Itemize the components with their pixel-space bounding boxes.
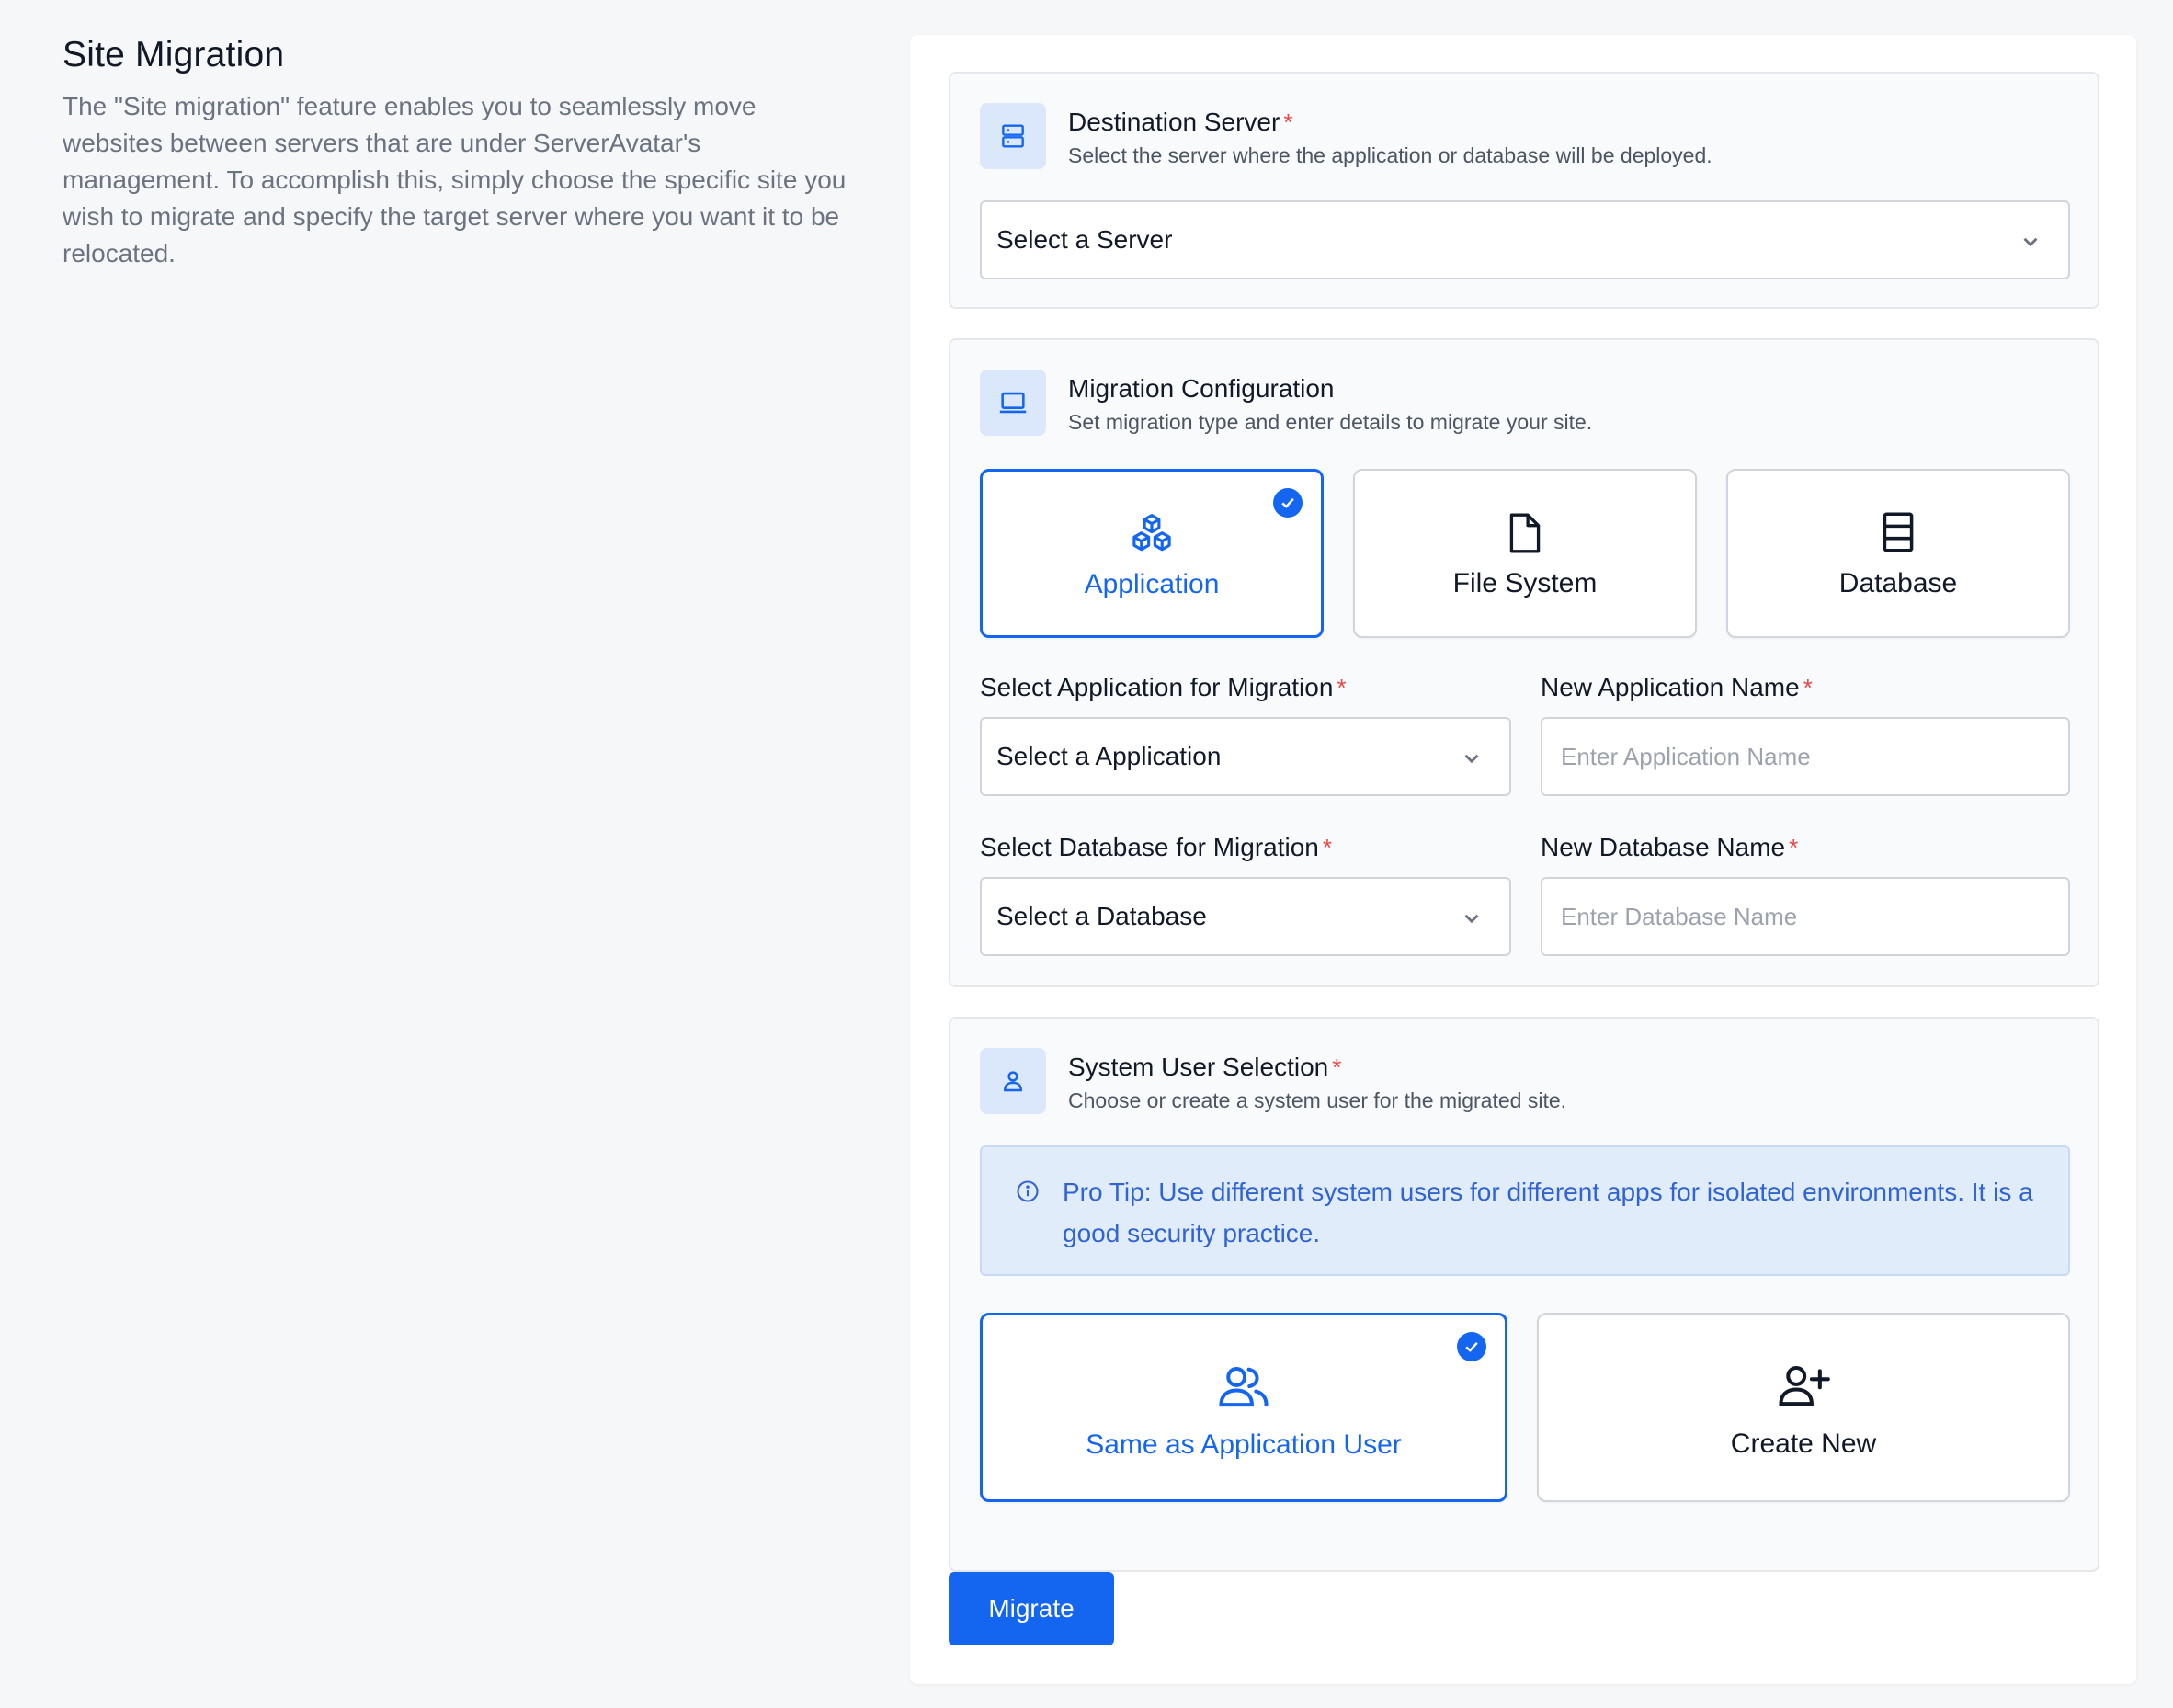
migrate-button[interactable]: Migrate (949, 1572, 1114, 1645)
user-option-create-new[interactable]: Create New (1537, 1313, 2070, 1502)
laptop-icon (980, 370, 1046, 436)
destination-server-description: Select the server where the application … (1068, 143, 1712, 167)
migration-form: Destination Server * Select the server wh… (910, 35, 2136, 1684)
database-select-value: Select a Database (996, 902, 1207, 930)
system-user-title: System User Selection * (1068, 1053, 1342, 1081)
migration-config-title: Migration Configuration (1068, 374, 1335, 403)
database-select[interactable]: Select a Database (980, 877, 1511, 956)
server-select-value: Select a Server (996, 225, 1173, 254)
application-select[interactable]: Select a Application (980, 717, 1511, 796)
app-name-input[interactable] (1541, 717, 2070, 796)
file-icon (1509, 513, 1541, 553)
type-card-label: Database (1838, 568, 1958, 598)
system-user-description: Choose or create a system user for the m… (1068, 1088, 1567, 1112)
migration-config-section: Migration Configuration Set migration ty… (949, 338, 2099, 987)
page-description: The "Site migration" feature enables you… (63, 92, 847, 268)
user-plus-icon (1779, 1366, 1830, 1406)
intro: Site Migration The "Site migration" feat… (63, 35, 862, 272)
db-name-input[interactable] (1541, 877, 2070, 956)
pro-tip-banner: Pro Tip: Use different system users for … (980, 1145, 2070, 1276)
user-option-label: Create New (1730, 1429, 1877, 1459)
type-card-label: File System (1452, 568, 1598, 598)
app-select-label: Select Application for Migration * (980, 673, 1347, 701)
app-name-label: New Application Name * (1541, 673, 1813, 701)
user-icon (980, 1048, 1046, 1114)
chevron-down-icon (1464, 754, 1479, 764)
user-option-same-as-app[interactable]: Same as Application User (980, 1313, 1507, 1502)
chevron-down-icon (2023, 237, 2038, 247)
application-select-value: Select a Application (996, 742, 1222, 770)
type-card-label: Application (1084, 569, 1220, 599)
migration-config-description: Set migration type and enter details to … (1068, 410, 1593, 434)
type-card-application[interactable]: Application (980, 469, 1324, 638)
db-select-label: Select Database for Migration * (980, 833, 1332, 861)
info-icon (1017, 1180, 1039, 1202)
destination-server-title: Destination Server * (1068, 108, 1293, 136)
user-option-label: Same as Application User (1086, 1429, 1402, 1460)
server-select[interactable]: Select a Server (980, 200, 2070, 279)
system-user-section: System User Selection * Choose or create … (949, 1017, 2099, 1572)
chevron-down-icon (1464, 914, 1479, 924)
db-name-label: New Database Name * (1541, 833, 1799, 861)
database-icon (1883, 512, 1914, 552)
pro-tip-text: Pro Tip: Use different system users for … (1063, 1178, 2033, 1247)
destination-server-section: Destination Server * Select the server wh… (949, 72, 2099, 309)
check-icon (1457, 1332, 1486, 1361)
users-icon (1219, 1367, 1269, 1407)
cubes-icon (1132, 514, 1171, 552)
check-icon (1273, 488, 1303, 518)
type-card-database[interactable]: Database (1726, 469, 2070, 638)
page-title: Site Migration (63, 35, 285, 74)
type-card-file-system[interactable]: File System (1353, 469, 1697, 638)
server-icon (980, 103, 1046, 169)
